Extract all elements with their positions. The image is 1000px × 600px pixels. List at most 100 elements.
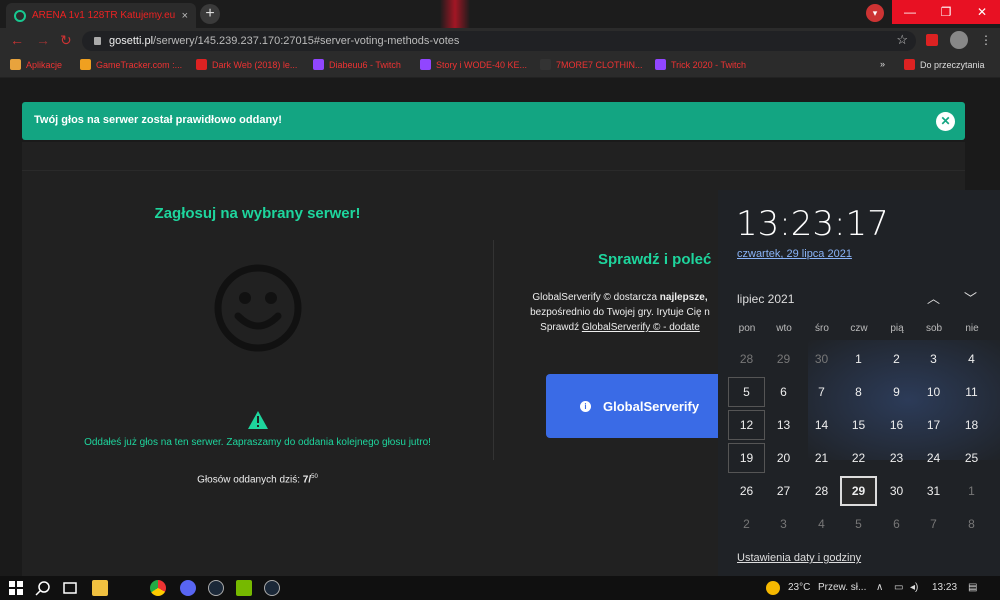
calendar-day[interactable]: 29	[765, 344, 802, 374]
discord-icon[interactable]	[180, 580, 196, 596]
bookmark-star-icon[interactable]: ☆	[896, 32, 908, 48]
more-bookmarks-button[interactable]: »	[880, 59, 885, 69]
calendar-day[interactable]: 29	[840, 476, 877, 506]
calendar-day[interactable]: 7	[915, 509, 952, 539]
reload-icon[interactable]: ↻	[60, 32, 72, 49]
calendar-day[interactable]: 18	[953, 410, 990, 440]
calendar-day[interactable]: 6	[878, 509, 915, 539]
calendar-day[interactable]: 9	[878, 377, 915, 407]
volume-icon[interactable]: ◂)	[910, 582, 918, 593]
month-label[interactable]: lipiec 2021	[737, 292, 794, 306]
weather-description[interactable]: Przew. sł...	[818, 582, 866, 593]
calendar-day[interactable]: 19	[728, 443, 765, 473]
calendar-day[interactable]: 16	[878, 410, 915, 440]
calendar-day[interactable]: 27	[765, 476, 802, 506]
calendar-day[interactable]: 30	[878, 476, 915, 506]
steam-icon[interactable]	[264, 580, 280, 596]
calendar-day[interactable]: 6	[765, 377, 802, 407]
browser-menu-icon[interactable]: ⋮	[980, 33, 992, 47]
taskbar-clock[interactable]: 13:23	[932, 582, 957, 593]
calendar-day[interactable]: 3	[915, 344, 952, 374]
close-window-button[interactable]: ✕	[964, 0, 1000, 24]
calendar-day[interactable]: 12	[728, 410, 765, 440]
bookmark-item[interactable]: GameTracker.com :...	[80, 59, 182, 70]
calendar-day[interactable]: 25	[953, 443, 990, 473]
already-voted-message: Oddałeś już głos na ten serwer. Zaprasza…	[84, 437, 431, 448]
extension-icon[interactable]	[926, 34, 938, 46]
avatar[interactable]	[950, 31, 968, 49]
twitch-icon	[655, 59, 666, 70]
globalserverify-link[interactable]: GlobalServerify © - dodate	[582, 322, 700, 333]
bookmark-item[interactable]: Diabeuu6 - Twitch	[313, 59, 401, 70]
nvidia-icon[interactable]	[236, 580, 252, 596]
calendar-day[interactable]: 28	[803, 476, 840, 506]
calendar-flyout: 13:23:17 czwartek, 29 lipca 2021 lipiec …	[718, 190, 1000, 576]
back-arrow-icon[interactable]: ←	[10, 32, 24, 48]
calendar-day[interactable]: 1	[840, 344, 877, 374]
calendar-day[interactable]: 30	[803, 344, 840, 374]
calendar-day[interactable]: 20	[765, 443, 802, 473]
new-tab-button[interactable]: +	[200, 4, 220, 24]
lock-icon	[94, 37, 101, 45]
steam-icon[interactable]	[208, 580, 224, 596]
file-explorer-icon[interactable]	[92, 580, 108, 596]
calendar-day[interactable]: 5	[840, 509, 877, 539]
bookmark-item[interactable]: Trick 2020 - Twitch	[655, 59, 746, 70]
alert-close-icon[interactable]: ✕	[936, 112, 955, 131]
reading-list-button[interactable]: Do przeczytania	[904, 59, 985, 70]
date-time-settings-link[interactable]: Ustawienia daty i godziny	[737, 552, 861, 564]
calendar-day[interactable]: 11	[953, 377, 990, 407]
calendar-day[interactable]: 24	[915, 443, 952, 473]
tab-close-icon[interactable]: ×	[182, 10, 188, 22]
bookmark-item[interactable]: 7MORE7 CLOTHIN...	[540, 59, 643, 70]
calendar-day[interactable]: 31	[915, 476, 952, 506]
calendar-day[interactable]: 23	[878, 443, 915, 473]
address-bar[interactable]: gosetti.pl/serwery/145.239.237.170:27015…	[82, 31, 916, 51]
calendar-day[interactable]: 2	[728, 509, 765, 539]
calendar-day[interactable]: 4	[803, 509, 840, 539]
calendar-day[interactable]: 7	[803, 377, 840, 407]
calendar-day[interactable]: 28	[728, 344, 765, 374]
globalserverify-button[interactable]: i GlobalServerify	[546, 374, 746, 438]
weather-icon[interactable]	[766, 581, 780, 595]
notifications-icon[interactable]: ▤	[968, 582, 977, 593]
alert-message: Twój głos na serwer został prawidłowo od…	[34, 114, 282, 126]
taskbar: 23°C Przew. sł... ∧ ▭ ◂) 13:23 ▤	[0, 576, 1000, 600]
calendar-day[interactable]: 14	[803, 410, 840, 440]
calendar-day[interactable]: 2	[878, 344, 915, 374]
calendar-day[interactable]: 26	[728, 476, 765, 506]
network-icon[interactable]: ▭	[894, 582, 903, 593]
weather-temperature[interactable]: 23°C	[788, 582, 810, 593]
tray-overflow-icon[interactable]: ∧	[876, 582, 883, 593]
forward-arrow-icon[interactable]: →	[36, 32, 50, 48]
calendar-day[interactable]: 17	[915, 410, 952, 440]
reading-list-icon	[904, 59, 915, 70]
calendar-day[interactable]: 3	[765, 509, 802, 539]
calendar-day[interactable]: 22	[840, 443, 877, 473]
bookmark-item[interactable]: Story i WODE-40 KE...	[420, 59, 527, 70]
smiley-icon	[214, 264, 302, 352]
minimize-button[interactable]: —	[892, 0, 928, 24]
calendar-day[interactable]: 4	[953, 344, 990, 374]
start-windows-icon[interactable]	[8, 580, 24, 596]
twitch-icon	[313, 59, 324, 70]
calendar-day[interactable]: 5	[728, 377, 765, 407]
date-link[interactable]: czwartek, 29 lipca 2021	[737, 248, 852, 260]
calendar-day[interactable]: 15	[840, 410, 877, 440]
calendar-day[interactable]: 8	[840, 377, 877, 407]
bookmark-item[interactable]: Dark Web (2018) le...	[196, 59, 297, 70]
profile-badge-icon[interactable]: ▾	[866, 4, 884, 22]
calendar-day[interactable]: 10	[915, 377, 952, 407]
browser-tab[interactable]: ARENA 1v1 128TR Katujemy.eu ⋅ ×	[6, 3, 196, 28]
chrome-icon[interactable]	[150, 580, 166, 596]
next-month-icon[interactable]: ﹀	[964, 288, 977, 307]
calendar-day[interactable]: 8	[953, 509, 990, 539]
search-icon[interactable]	[35, 580, 51, 596]
calendar-day[interactable]: 21	[803, 443, 840, 473]
previous-month-icon[interactable]: ︿	[927, 288, 940, 307]
task-view-icon[interactable]	[62, 580, 78, 596]
maximize-button[interactable]: ❐	[928, 0, 964, 24]
bookmark-item[interactable]: Aplikacje	[10, 59, 62, 70]
calendar-day[interactable]: 13	[765, 410, 802, 440]
calendar-day[interactable]: 1	[953, 476, 990, 506]
